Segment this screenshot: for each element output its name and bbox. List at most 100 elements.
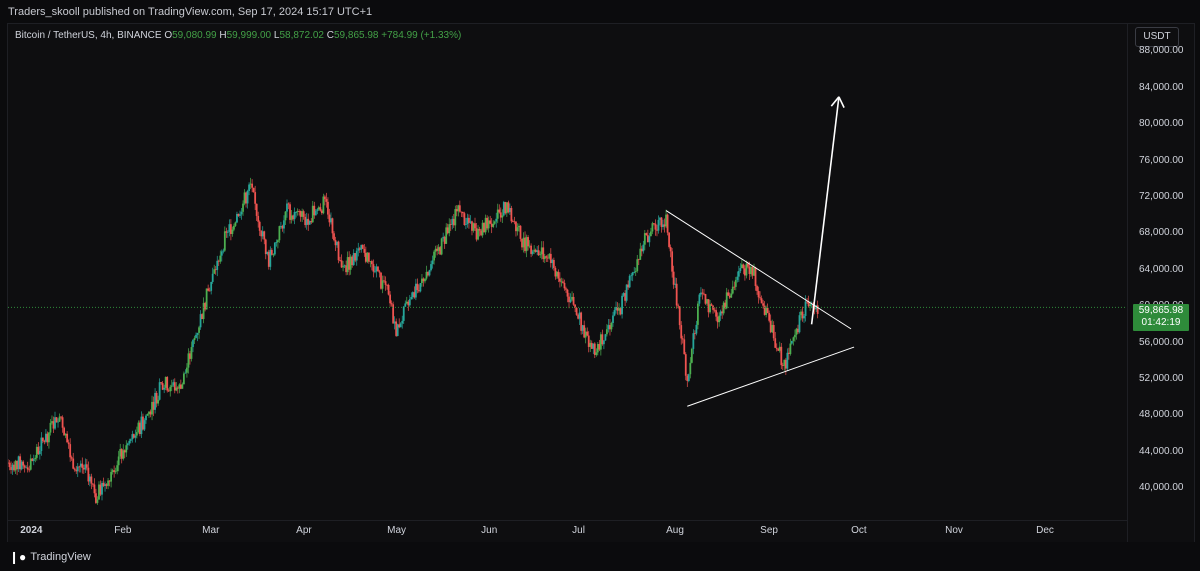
- candle-body: [634, 271, 637, 273]
- candle-body: [169, 386, 172, 392]
- candle-body: [792, 337, 795, 341]
- candle-body: [38, 450, 41, 455]
- candle-body: [205, 288, 208, 310]
- candle-body: [166, 376, 169, 391]
- x-tick-label: Apr: [296, 525, 312, 536]
- candle-body: [248, 184, 250, 191]
- y-tick-label: 64,000.00: [1139, 263, 1184, 275]
- candle-body: [157, 399, 160, 404]
- x-tick-label: 2024: [20, 525, 43, 536]
- candle-body: [116, 465, 119, 472]
- candle-body: [595, 352, 598, 355]
- candle-body: [433, 251, 435, 261]
- candle-body: [128, 440, 131, 444]
- candle-body: [316, 209, 319, 211]
- candle-body: [495, 218, 498, 222]
- candle-body: [255, 203, 258, 216]
- candle-body: [710, 304, 713, 306]
- candle-body: [66, 433, 69, 443]
- price-chart[interactable]: [8, 24, 1127, 520]
- candle-body: [61, 417, 64, 428]
- candle-body: [636, 259, 639, 272]
- candle-body: [263, 231, 266, 240]
- candle-body: [747, 263, 749, 267]
- candle-body: [633, 272, 636, 273]
- candle-body: [190, 347, 193, 359]
- candle-body: [762, 303, 764, 306]
- candle-body: [572, 296, 575, 305]
- candle-body: [195, 334, 197, 338]
- candle-body: [701, 292, 704, 294]
- candle-body: [319, 207, 322, 211]
- candle-body: [604, 334, 607, 341]
- candle-body: [696, 303, 699, 325]
- candle-body: [454, 209, 457, 226]
- candle-body: [41, 437, 44, 442]
- candle-body: [680, 325, 683, 339]
- candle-body: [252, 187, 255, 193]
- candle-body: [26, 467, 29, 470]
- high-label: H: [219, 30, 227, 41]
- candle-body: [809, 304, 812, 307]
- candle-body: [272, 254, 275, 256]
- candle-body: [715, 310, 717, 317]
- candle-body: [424, 278, 426, 282]
- candle-body: [621, 295, 623, 315]
- candle-body: [772, 325, 775, 339]
- candle-body: [408, 299, 411, 306]
- candle-body: [372, 264, 375, 272]
- open-value: 59,080.99: [172, 30, 217, 41]
- y-tick-label: 40,000.00: [1139, 482, 1184, 494]
- candle-body: [184, 372, 187, 374]
- tradingview-logo-icon: ❙●: [9, 550, 27, 564]
- candle-body: [562, 281, 564, 283]
- candle-body: [736, 276, 739, 280]
- candle-body: [273, 242, 276, 255]
- candle-body: [254, 192, 257, 204]
- candle-body: [742, 264, 745, 269]
- candle-body: [478, 228, 481, 231]
- close-label: C: [326, 30, 334, 41]
- candle-body: [81, 463, 84, 468]
- candle-body: [377, 266, 379, 272]
- candle-body: [786, 352, 789, 369]
- currency-button[interactable]: USDT: [1135, 27, 1179, 47]
- candle-body: [774, 338, 777, 348]
- candle-body: [559, 278, 561, 282]
- candle-body: [276, 240, 279, 243]
- candle-body: [698, 294, 701, 304]
- candle-body: [766, 307, 769, 314]
- symbol-label[interactable]: Bitcoin / TetherUS, 4h, BINANCE: [15, 30, 162, 41]
- last-price-badge: 59,865.98 01:42:19: [1133, 304, 1189, 331]
- candle-body: [401, 320, 404, 324]
- y-tick-label: 44,000.00: [1139, 445, 1184, 457]
- y-tick-label: 48,000.00: [1139, 409, 1184, 421]
- candle-body: [501, 215, 504, 218]
- y-tick-label: 84,000.00: [1139, 81, 1184, 93]
- candle-body: [220, 251, 223, 256]
- candle-body: [96, 499, 99, 503]
- candle-body: [692, 333, 695, 349]
- candle-body: [768, 313, 771, 321]
- candle-body: [381, 280, 384, 289]
- y-tick-label: 80,000.00: [1139, 118, 1184, 130]
- candle-body: [331, 218, 334, 234]
- price-axis-separator: [1127, 24, 1128, 542]
- candle-body: [325, 199, 328, 202]
- candles: [8, 177, 819, 505]
- candle-body: [498, 209, 501, 213]
- open-label: O: [164, 30, 173, 41]
- x-tick-label: May: [387, 525, 407, 536]
- candle-body: [355, 250, 358, 261]
- candle-body: [463, 213, 466, 226]
- candle-body: [55, 417, 58, 423]
- candle-body: [430, 264, 432, 271]
- candle-body: [134, 435, 137, 438]
- tradingview-logo[interactable]: ❙● TradingView: [9, 550, 91, 564]
- candle-body: [333, 233, 335, 241]
- candle-body: [48, 432, 50, 443]
- candle-body: [233, 225, 235, 230]
- candle-body: [270, 249, 273, 255]
- candle-body: [410, 296, 413, 300]
- candle-body: [69, 444, 72, 458]
